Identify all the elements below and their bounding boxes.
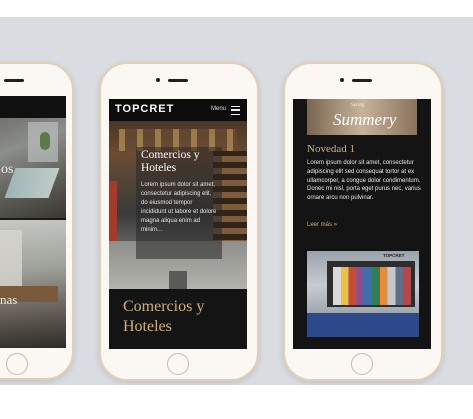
bottom-title: Comercios y Hoteles	[123, 298, 205, 335]
menu-label[interactable]: Menu	[211, 106, 226, 112]
news-text: Lorem ipsum dolor sit amet, consectetur …	[307, 160, 421, 202]
phone-middle: TOPCRET Menu Comercios y Hoteles Lorem i…	[99, 62, 259, 381]
phone-speaker	[168, 79, 188, 82]
read-more-link[interactable]: Leer más »	[307, 222, 337, 228]
booth-image: TOPCRET	[307, 251, 419, 337]
topcret-logo[interactable]: TOPCRET	[115, 103, 174, 115]
overlay-text: Lorem ipsum dolor sit amet, consectetur …	[141, 182, 217, 233]
banner-small-text: Spring	[351, 103, 365, 108]
phone-speaker	[4, 79, 24, 82]
phone-speaker	[352, 79, 372, 82]
nav-bar: TOPCRET Menu	[109, 99, 247, 121]
scroll-down-button[interactable]	[169, 271, 187, 289]
plant-icon	[40, 132, 50, 150]
phone-middle-screen: TOPCRET Menu Comercios y Hoteles Lorem i…	[109, 99, 247, 349]
bottom-white-band	[0, 385, 473, 419]
home-button[interactable]	[167, 353, 189, 375]
news-title: Novedad 1	[307, 143, 355, 155]
phone-left-screen: os nas	[0, 96, 66, 348]
overlay-title: Comercios y Hoteles	[141, 149, 200, 174]
nav-bar	[0, 96, 66, 118]
banner-title: Summery	[333, 110, 397, 129]
phone-left: os nas	[0, 62, 74, 380]
red-display	[109, 181, 117, 241]
label-bottom: nas	[0, 292, 18, 307]
phone-camera	[340, 78, 344, 82]
phone-right-screen: Spring Summery Novedad 1 Lorem ipsum dol…	[293, 99, 431, 349]
label-top: os	[1, 162, 14, 177]
blue-floor	[307, 313, 419, 337]
shelf-shape	[0, 230, 22, 290]
showcase-page: os nas TOPCRET Menu Comercios y Hoteles …	[0, 0, 473, 419]
booth-sign: TOPCRET	[383, 253, 405, 258]
hamburger-menu-icon[interactable]	[231, 106, 240, 115]
phone-right: Spring Summery Novedad 1 Lorem ipsum dol…	[283, 62, 443, 381]
home-button[interactable]	[6, 353, 28, 375]
color-panels	[333, 267, 411, 305]
home-button[interactable]	[351, 353, 373, 375]
phone-camera	[156, 78, 160, 82]
room-image-bottom	[0, 220, 66, 348]
hamburger-line	[231, 109, 240, 111]
top-white-band	[0, 0, 473, 17]
